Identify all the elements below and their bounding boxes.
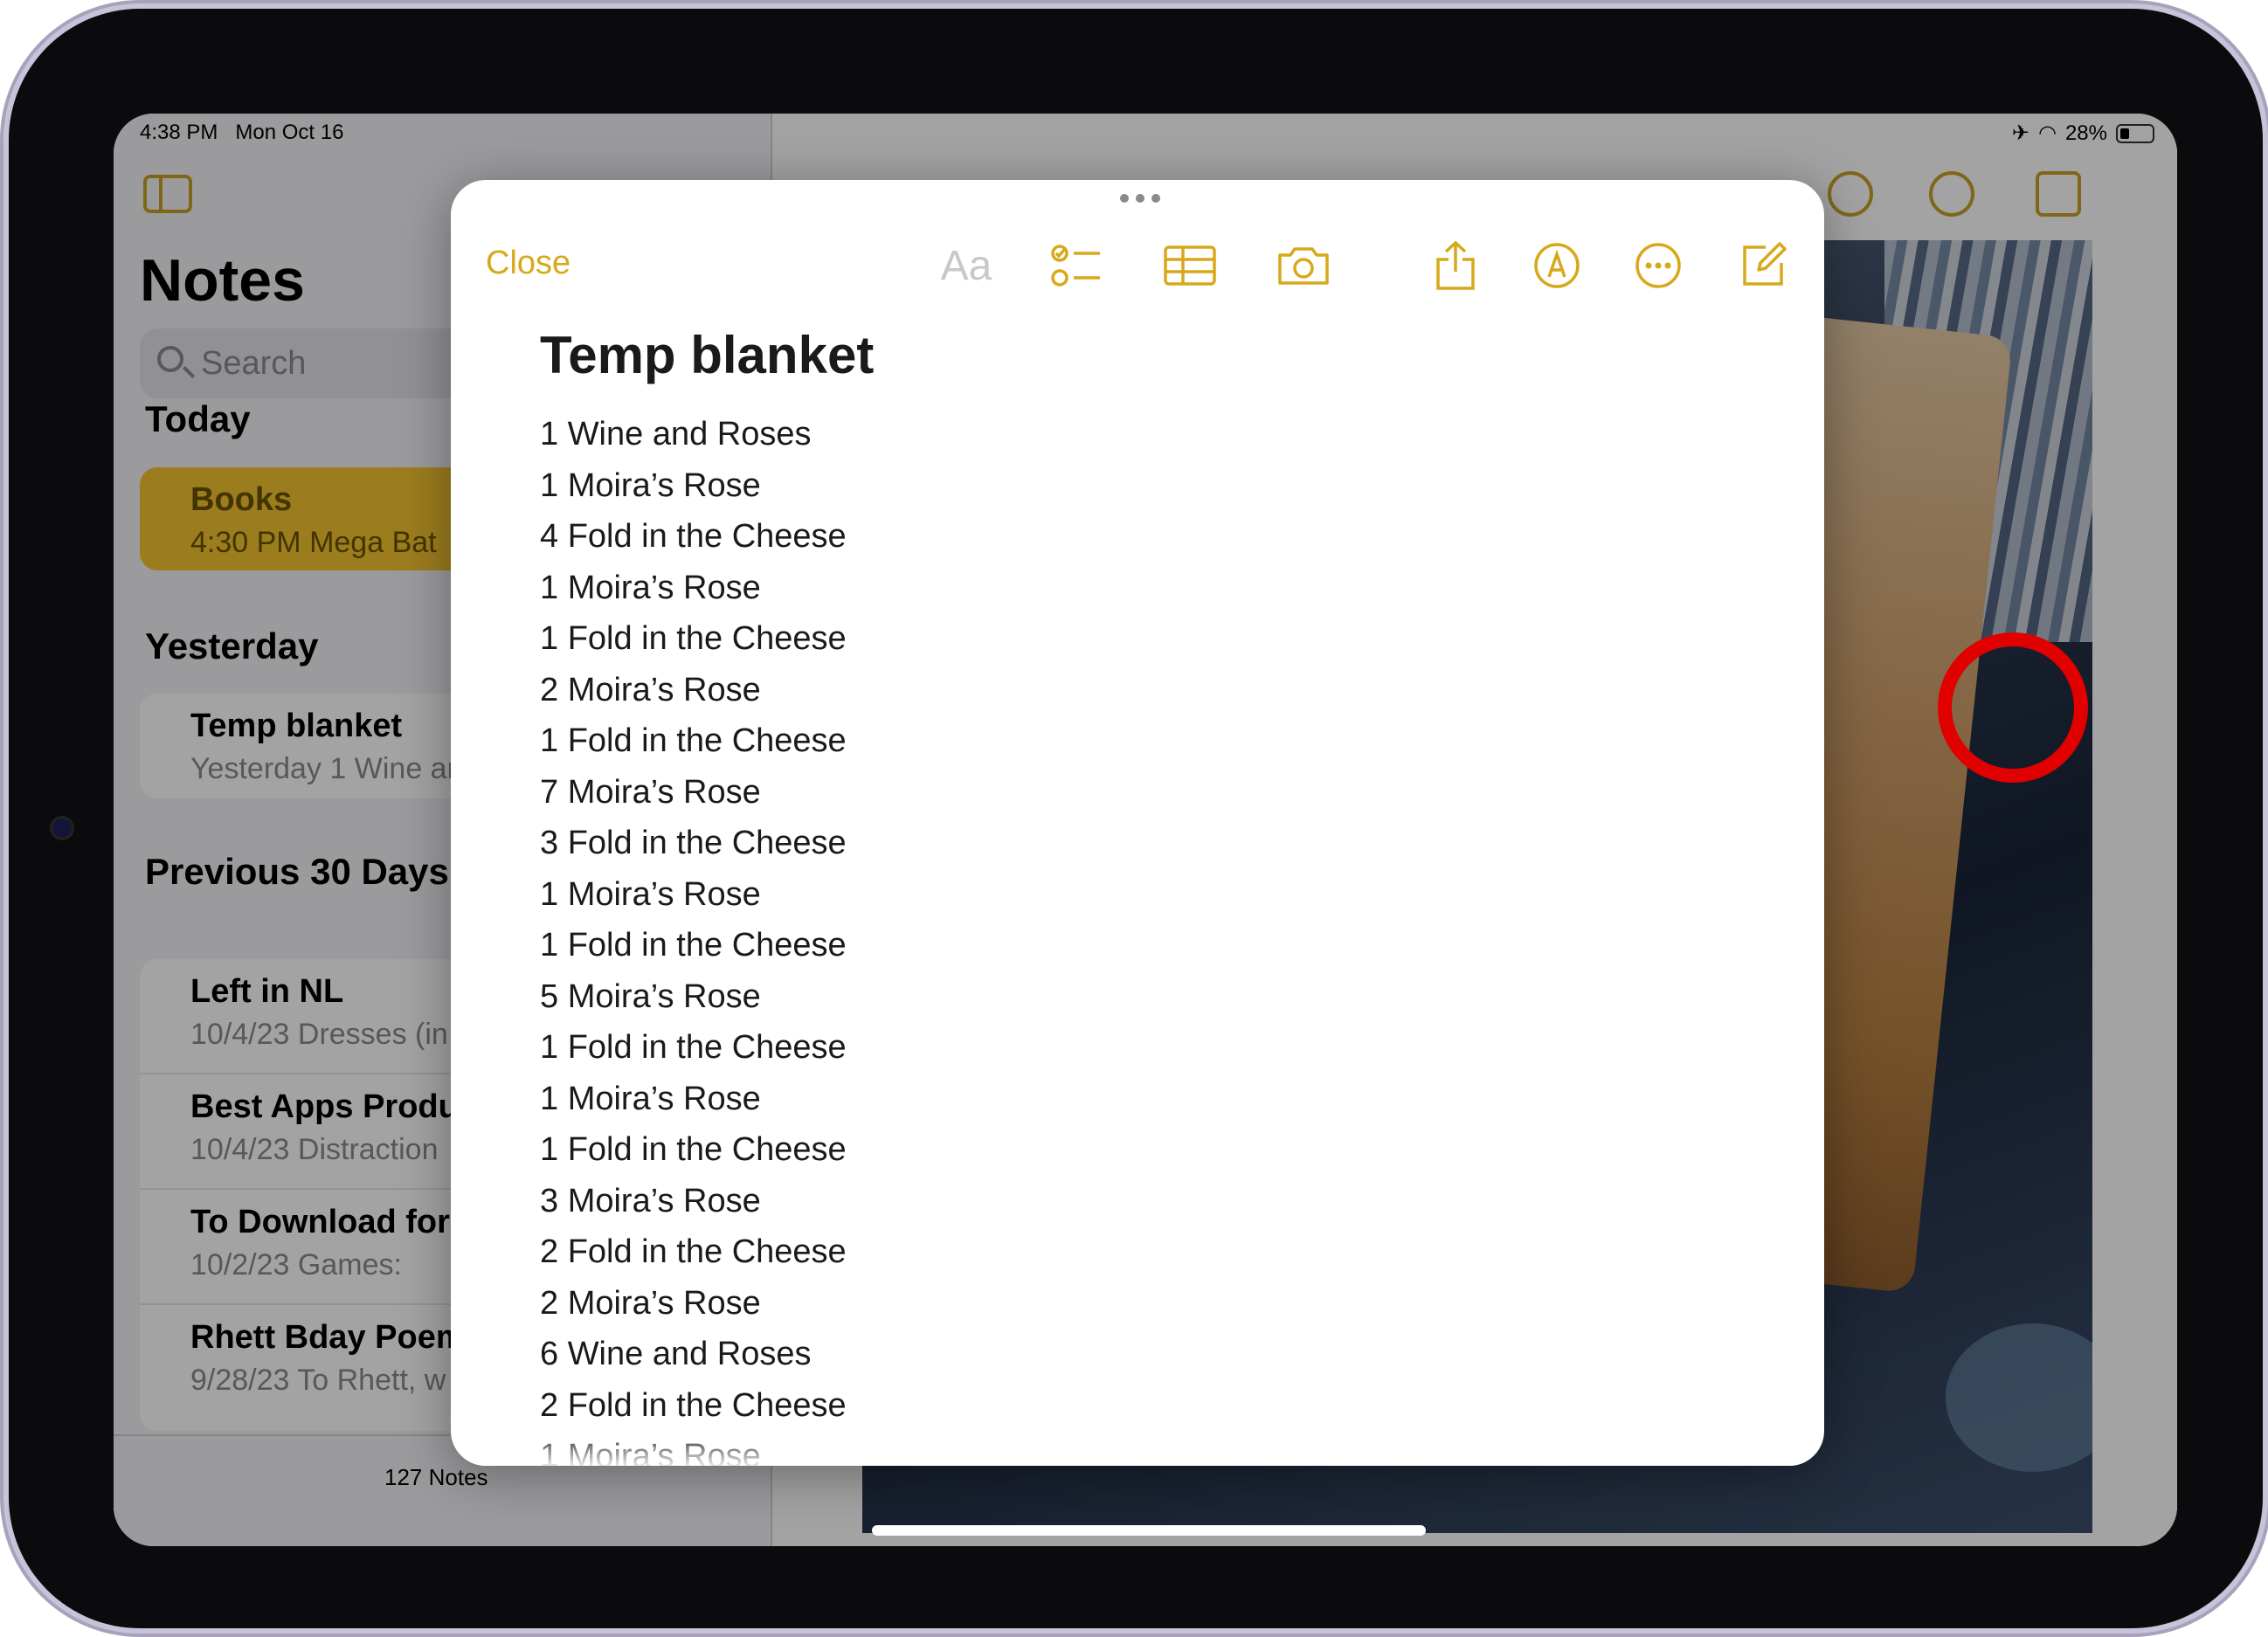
note-line: 2 Moira’s Rose [540,1284,761,1322]
format-button[interactable]: Aa [938,238,994,294]
checklist-button[interactable] [1048,238,1104,294]
note-line: 1 Moira’s Rose [540,466,761,504]
camera-button[interactable] [1276,238,1331,294]
note-line: 1 Wine and Roses [540,416,812,452]
note-line: 1 Fold in the Cheese [540,1029,847,1066]
note-body[interactable]: 1 Wine and Roses 1 Moira’s Rose 4 Fold in … [540,409,1676,1466]
format-text: Aa [940,242,992,289]
note-line: 2 Fold in the Cheese [540,1233,847,1270]
share-icon [1436,240,1475,290]
grabber-handle[interactable] [1120,194,1160,203]
compose-icon [1743,242,1787,286]
note-line: 2 Fold in the Cheese [540,1386,847,1424]
note-line: 4 Fold in the Cheese [540,518,847,555]
note-line: 1 Fold in the Cheese [540,927,847,964]
table-icon [1164,245,1216,286]
note-line: 6 Wine and Roses [540,1336,812,1372]
share-button[interactable] [1428,238,1483,294]
note-line: 1 Fold in the Cheese [540,1131,847,1168]
note-line: 5 Moira’s Rose [540,977,761,1015]
note-line: 7 Moira’s Rose [540,773,761,811]
note-line: 2 Moira’s Rose [540,671,761,708]
note-line: 1 Moira’s Rose [540,569,761,606]
camera-icon [1278,247,1329,285]
note-line: 1 Fold in the Cheese [540,722,847,759]
note-line: 3 Moira’s Rose [540,1182,761,1219]
scroll-fade [451,1431,1824,1466]
markup-button[interactable] [1529,238,1585,294]
highlight-circle [1938,632,2088,783]
checklist-icon [1051,245,1100,287]
home-indicator[interactable] [872,1525,1426,1536]
compose-button[interactable] [1735,238,1791,294]
note-line: 3 Fold in the Cheese [540,825,847,861]
more-icon [1635,243,1681,288]
close-button[interactable]: Close [486,245,570,282]
front-camera [52,818,72,838]
note-line: 1 Moira’s Rose [540,1080,761,1117]
table-button[interactable] [1162,238,1218,294]
note-title[interactable]: Temp blanket [540,325,874,385]
note-line: 1 Moira’s Rose [540,875,761,913]
markup-icon [1534,243,1580,288]
quick-note-sheet: Close Aa Temp blanket 1 Wine and Roses 1… [451,180,1824,1466]
more-button[interactable] [1630,238,1686,294]
note-line: 1 Fold in the Cheese [540,620,847,657]
